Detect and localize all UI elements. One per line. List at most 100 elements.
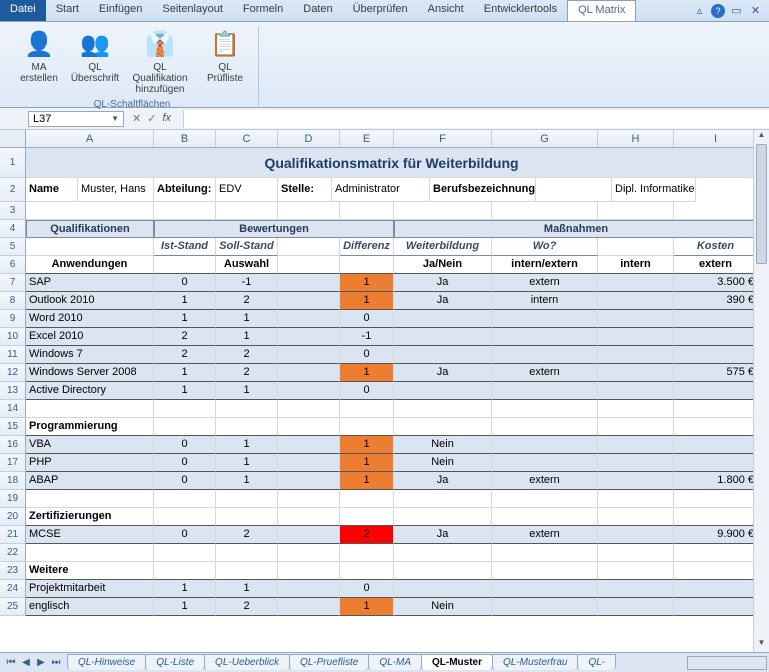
cell[interactable] [394, 562, 492, 580]
col-header[interactable]: B [154, 130, 216, 147]
col-header[interactable]: F [394, 130, 492, 147]
wo-value[interactable] [492, 580, 598, 598]
section-header[interactable]: Programmierung [26, 418, 154, 436]
cell[interactable] [536, 178, 612, 202]
btn-ql-pruefliste[interactable]: 📋 QL Prüfliste [198, 26, 252, 97]
section-header[interactable]: Zertifizierungen [26, 508, 154, 526]
header-extern[interactable]: extern [674, 256, 758, 274]
value-abteilung[interactable]: EDV [216, 178, 278, 202]
row-header[interactable]: 1 [0, 148, 26, 178]
cell[interactable] [278, 256, 340, 274]
soll-value[interactable]: 2 [216, 346, 278, 364]
janein-value[interactable]: Ja [394, 292, 492, 310]
scroll-up-icon[interactable]: ▲ [754, 130, 769, 144]
row-header[interactable]: 23 [0, 562, 26, 580]
row-header[interactable]: 20 [0, 508, 26, 526]
ist-value[interactable]: 2 [154, 328, 216, 346]
sheet-next-icon[interactable]: ▶ [34, 657, 48, 668]
cell[interactable] [674, 490, 758, 508]
header-weiterbildung[interactable]: Weiterbildung [394, 238, 492, 256]
window-close-icon[interactable]: ✕ [748, 3, 763, 18]
diff-value[interactable]: 0 [340, 310, 394, 328]
soll-value[interactable]: -1 [216, 274, 278, 292]
row-header[interactable]: 22 [0, 544, 26, 562]
soll-value[interactable]: 2 [216, 292, 278, 310]
header-ist[interactable]: Ist-Stand [154, 238, 216, 256]
fx-icon[interactable]: fx [162, 112, 171, 125]
header-soll[interactable]: Soll-Stand [216, 238, 278, 256]
diff-value[interactable]: 1 [340, 454, 394, 472]
janein-value[interactable]: Nein [394, 454, 492, 472]
wo-value[interactable] [492, 310, 598, 328]
row-header[interactable]: 10 [0, 328, 26, 346]
cell[interactable] [598, 418, 674, 436]
cell[interactable] [278, 238, 340, 256]
janein-value[interactable]: Ja [394, 472, 492, 490]
cell[interactable] [26, 202, 154, 220]
kosten-value[interactable] [674, 346, 758, 364]
header-internextern[interactable]: intern/extern [492, 256, 598, 274]
row-header[interactable]: 3 [0, 202, 26, 220]
ist-value[interactable]: 0 [154, 454, 216, 472]
qual-name[interactable]: SAP [26, 274, 154, 292]
diff-value[interactable]: 0 [340, 346, 394, 364]
cell[interactable] [154, 256, 216, 274]
janein-value[interactable] [394, 328, 492, 346]
row-header[interactable]: 12 [0, 364, 26, 382]
cell[interactable] [340, 544, 394, 562]
cell[interactable] [278, 400, 340, 418]
wo-value[interactable]: extern [492, 472, 598, 490]
soll-value[interactable]: 1 [216, 436, 278, 454]
cell[interactable] [674, 418, 758, 436]
header-kosten[interactable]: Kosten [674, 238, 758, 256]
cell[interactable] [340, 562, 394, 580]
cell[interactable] [216, 400, 278, 418]
soll-value[interactable]: 1 [216, 472, 278, 490]
cell[interactable] [340, 508, 394, 526]
btn-ql-ueberschrift[interactable]: 👥 QL Überschrift [68, 26, 122, 97]
chevron-down-icon[interactable]: ▼ [111, 114, 119, 123]
ist-value[interactable]: 1 [154, 382, 216, 400]
kosten-value[interactable] [674, 580, 758, 598]
cell[interactable] [598, 508, 674, 526]
ist-value[interactable]: 1 [154, 580, 216, 598]
qual-name[interactable]: MCSE [26, 526, 154, 544]
diff-value[interactable]: 1 [340, 364, 394, 382]
cell[interactable] [154, 508, 216, 526]
diff-value[interactable]: 2 [340, 526, 394, 544]
row-header[interactable]: 5 [0, 238, 26, 256]
ist-value[interactable]: 1 [154, 364, 216, 382]
sheet-tab-ql-[interactable]: QL- [577, 654, 616, 670]
ist-value[interactable]: 1 [154, 310, 216, 328]
diff-value[interactable]: 1 [340, 472, 394, 490]
kosten-value[interactable] [674, 310, 758, 328]
cancel-formula-icon[interactable]: ✕ [132, 112, 141, 125]
kosten-value[interactable] [674, 454, 758, 472]
sheet-tab-ql-ma[interactable]: QL-MA [368, 654, 422, 670]
sheet-tab-ql-muster[interactable]: QL-Muster [421, 654, 493, 670]
cell[interactable] [598, 238, 674, 256]
ist-value[interactable]: 1 [154, 598, 216, 616]
value-stelle[interactable]: Administrator [332, 178, 430, 202]
cell[interactable] [278, 292, 340, 310]
kosten-value[interactable]: 9.900 € [674, 526, 758, 544]
window-restore-icon[interactable]: ▭ [729, 3, 744, 18]
cell[interactable] [26, 238, 154, 256]
qual-name[interactable]: Windows Server 2008 [26, 364, 154, 382]
cell[interactable] [598, 400, 674, 418]
header-wo[interactable]: Wo? [492, 238, 598, 256]
sheet-tab-ql-pruefliste[interactable]: QL-Pruefliste [289, 654, 369, 670]
diff-value[interactable]: 0 [340, 580, 394, 598]
cell[interactable] [674, 400, 758, 418]
cell[interactable] [154, 544, 216, 562]
cell[interactable] [216, 418, 278, 436]
row-header[interactable]: 9 [0, 310, 26, 328]
cell[interactable] [26, 490, 154, 508]
tab-qlmatrix[interactable]: QL Matrix [567, 0, 636, 21]
qual-name[interactable]: VBA [26, 436, 154, 454]
qual-name[interactable]: Word 2010 [26, 310, 154, 328]
cell[interactable] [492, 544, 598, 562]
cell[interactable] [598, 292, 674, 310]
cell[interactable] [492, 400, 598, 418]
tab-einfuegen[interactable]: Einfügen [89, 0, 152, 21]
